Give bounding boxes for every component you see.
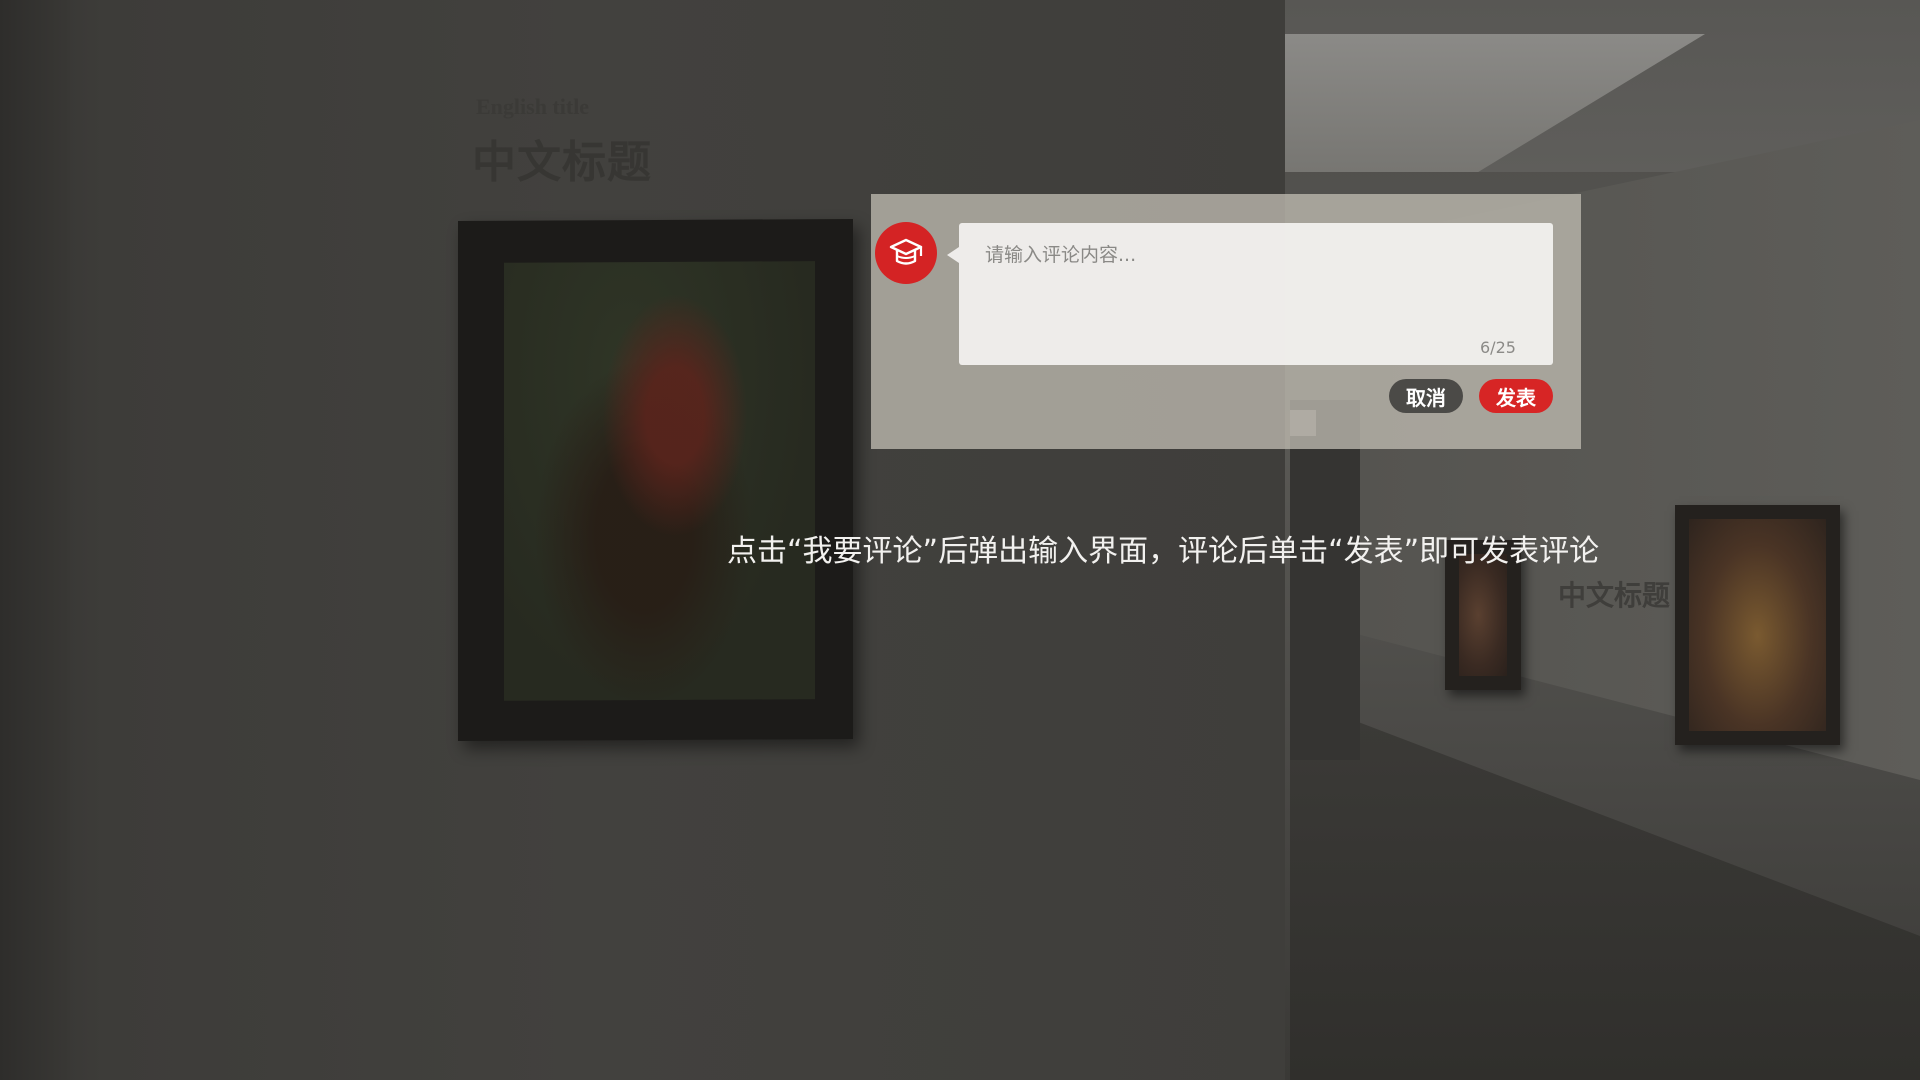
side-chinese-title: 中文标题 (1558, 581, 1671, 612)
side-painting-right[interactable] (1675, 505, 1840, 745)
graduation-cap-icon (889, 238, 923, 265)
wall-chinese-title: 中文标题 (472, 137, 652, 188)
user-avatar (875, 222, 937, 284)
wall-english-title: English title (476, 94, 590, 119)
char-counter: 6/25 (1480, 338, 1516, 357)
comment-input[interactable] (985, 240, 1465, 300)
instruction-hint: 点击“我要评论”后弹出输入界面，评论后单击“发表”即可发表评论 (727, 534, 1600, 569)
post-button[interactable]: 发表 (1479, 379, 1553, 413)
side-painting-canvas (1689, 519, 1826, 731)
cancel-button[interactable]: 取消 (1389, 379, 1463, 413)
main-painting[interactable] (458, 218, 853, 742)
wall-edge-shadow (0, 0, 70, 1080)
corridor-doorway (1290, 400, 1360, 760)
side-painting-canvas (1459, 554, 1507, 676)
bubble-tail (947, 247, 959, 263)
main-painting-canvas (504, 261, 815, 701)
